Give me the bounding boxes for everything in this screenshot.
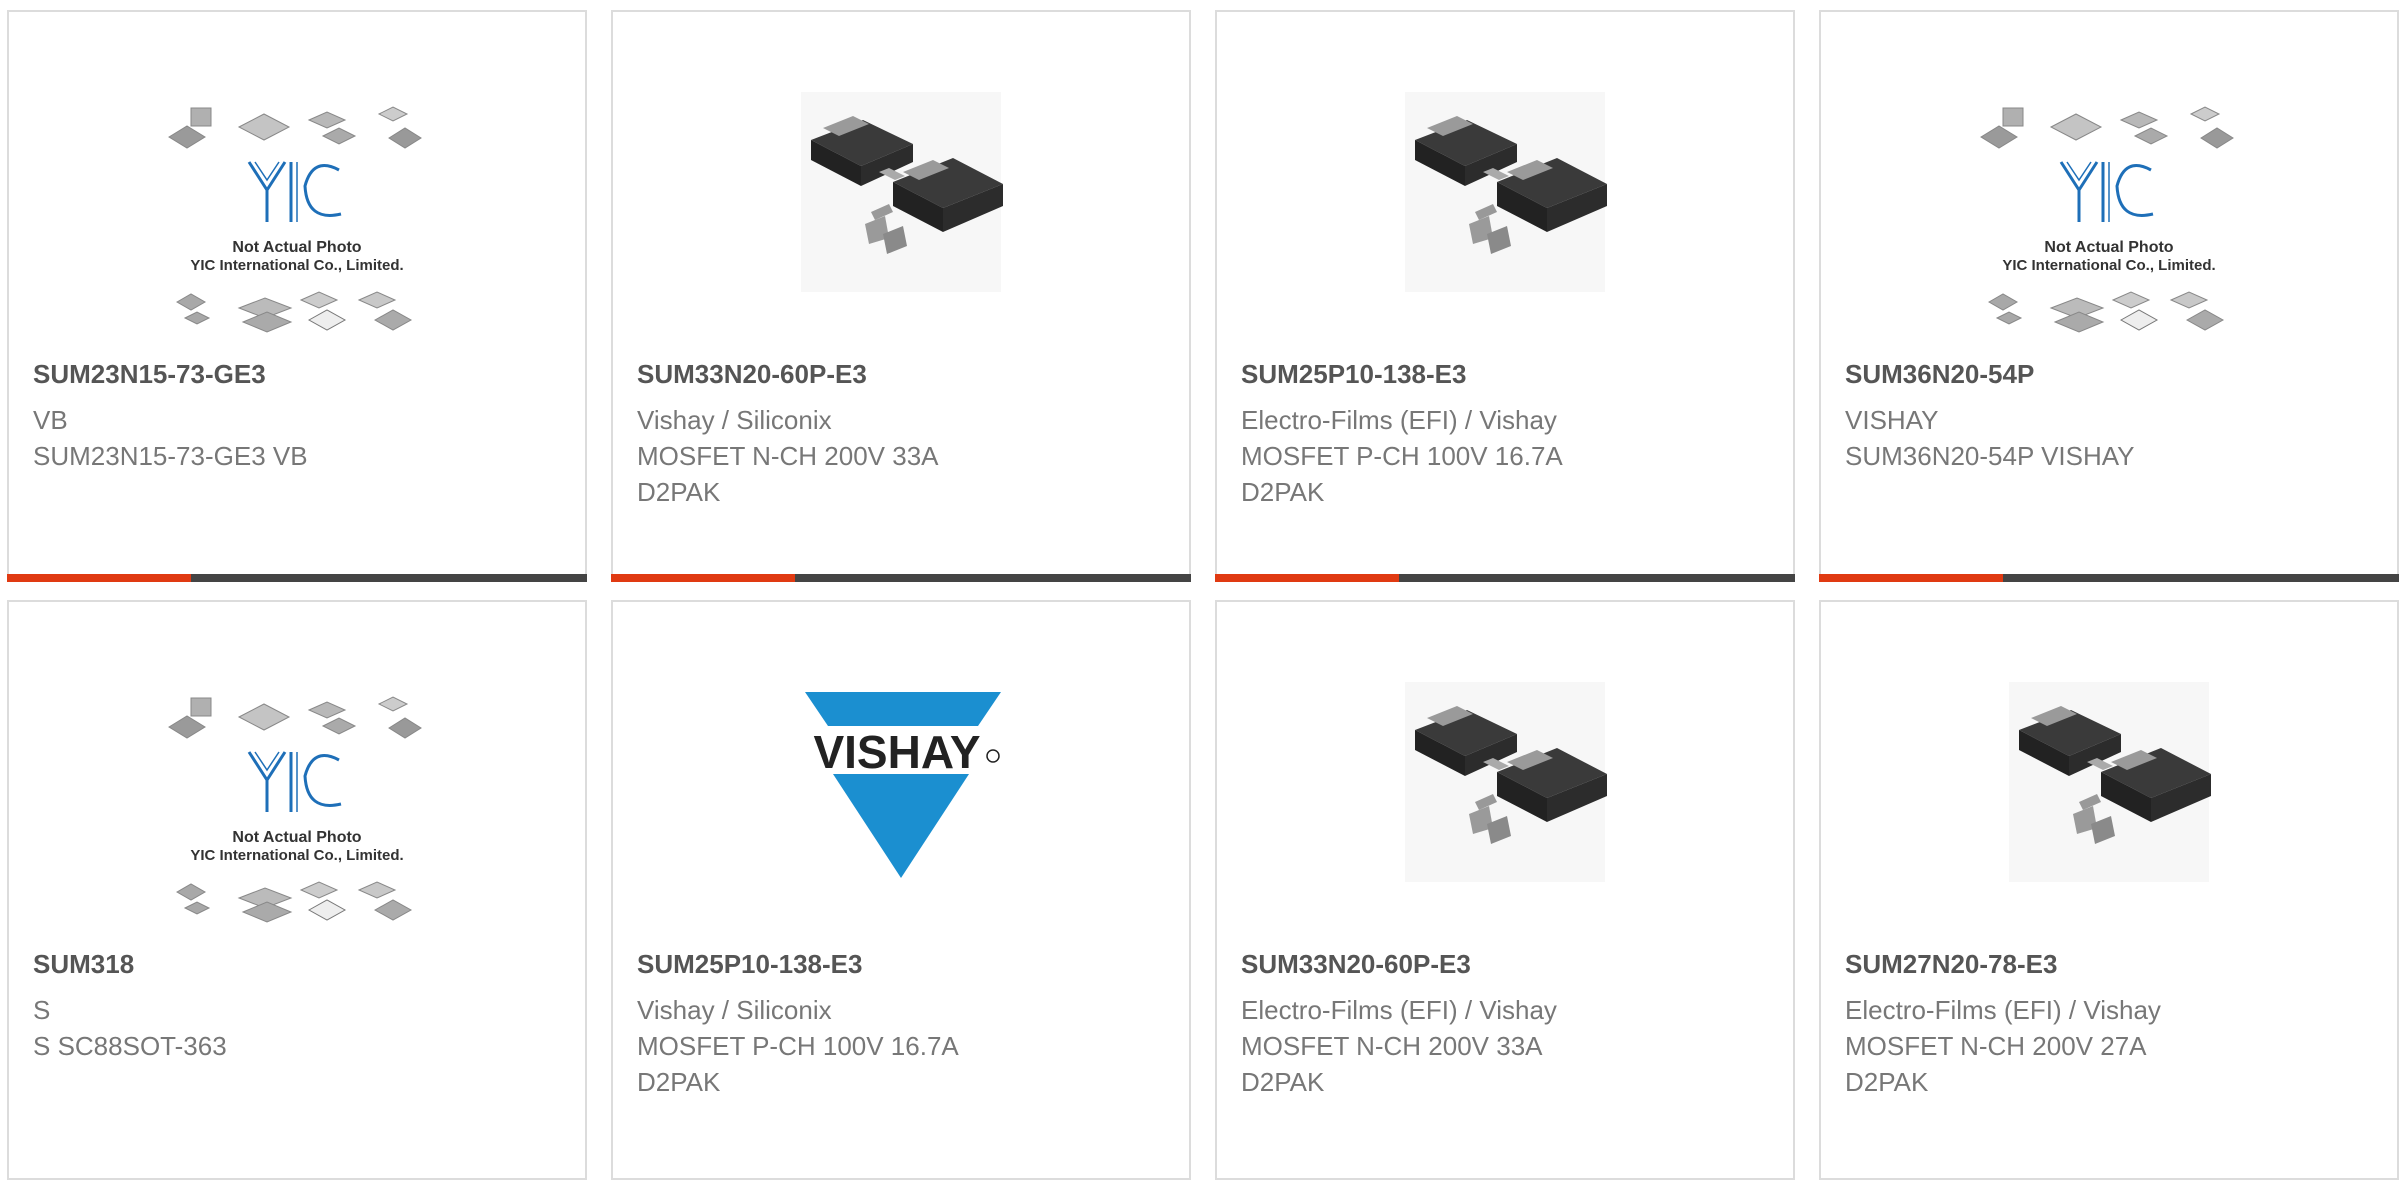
product-description: MOSFET P-CH 100V 16.7A bbox=[637, 1031, 959, 1061]
product-manufacturer: Electro-Films (EFI) / Vishay bbox=[1241, 405, 1557, 435]
product-card[interactable]: SUM25P10-138-E3 Electro-Films (EFI) / Vi… bbox=[1215, 10, 1795, 582]
product-package: D2PAK bbox=[1241, 1067, 1325, 1097]
product-title[interactable]: SUM25P10-138-E3 bbox=[637, 947, 862, 981]
d2pak-package-image[interactable] bbox=[1217, 652, 1793, 952]
product-description: S SC88SOT-363 bbox=[33, 1031, 227, 1061]
not-actual-photo-text: Not Actual Photo bbox=[2044, 239, 2173, 256]
product-title[interactable]: SUM27N20-78-E3 bbox=[1845, 947, 2057, 981]
product-description: MOSFET N-CH 200V 27A bbox=[1845, 1031, 2147, 1061]
d2pak-package-image[interactable] bbox=[613, 62, 1189, 362]
product-card[interactable]: SUM33N20-60P-E3 Vishay / Siliconix MOSFE… bbox=[611, 10, 1191, 582]
product-image-placeholder[interactable]: Not Actual Photo YIC International Co., … bbox=[1821, 62, 2397, 362]
card-footer-bar bbox=[1215, 574, 1795, 582]
product-manufacturer: Electro-Films (EFI) / Vishay bbox=[1241, 995, 1557, 1025]
d2pak-package-image[interactable] bbox=[1821, 652, 2397, 952]
product-title[interactable]: SUM318 bbox=[33, 947, 134, 981]
card-footer-accent bbox=[611, 574, 795, 582]
product-title[interactable]: SUM33N20-60P-E3 bbox=[637, 357, 867, 391]
product-image-placeholder[interactable]: Not Actual Photo YIC International Co., … bbox=[9, 62, 585, 362]
yic-company-text: YIC International Co., Limited. bbox=[2002, 257, 2215, 274]
product-title[interactable]: SUM36N20-54P bbox=[1845, 357, 2034, 391]
product-grid: Not Actual Photo YIC International Co., … bbox=[0, 0, 2400, 1180]
yic-company-text: YIC International Co., Limited. bbox=[190, 257, 403, 274]
product-manufacturer: S bbox=[33, 995, 51, 1025]
yic-company-text: YIC International Co., Limited. bbox=[190, 847, 403, 864]
card-footer-bar bbox=[611, 574, 1191, 582]
product-manufacturer: VISHAY bbox=[1845, 405, 1939, 435]
product-package: D2PAK bbox=[637, 477, 721, 507]
product-manufacturer: VB bbox=[33, 405, 68, 435]
vishay-logo-text: VISHAY bbox=[813, 726, 980, 778]
product-image-placeholder[interactable]: Not Actual Photo YIC International Co., … bbox=[9, 652, 585, 952]
product-package: D2PAK bbox=[1241, 477, 1325, 507]
product-description: MOSFET P-CH 100V 16.7A bbox=[1241, 441, 1563, 471]
product-manufacturer: Electro-Films (EFI) / Vishay bbox=[1845, 995, 2161, 1025]
product-package: D2PAK bbox=[637, 1067, 721, 1097]
card-footer-bar bbox=[1819, 574, 2399, 582]
card-footer-accent bbox=[7, 574, 191, 582]
card-footer-accent bbox=[1819, 574, 2003, 582]
not-actual-photo-text: Not Actual Photo bbox=[232, 829, 361, 846]
product-manufacturer: Vishay / Siliconix bbox=[637, 995, 832, 1025]
card-footer-bar bbox=[7, 574, 587, 582]
product-manufacturer: Vishay / Siliconix bbox=[637, 405, 832, 435]
product-card[interactable]: Not Actual Photo YIC International Co., … bbox=[1819, 10, 2399, 582]
vishay-logo-image[interactable]: VISHAY bbox=[613, 652, 1189, 952]
product-card[interactable]: VISHAY SUM25P10-138-E3 Vishay / Siliconi… bbox=[611, 600, 1191, 1180]
product-title[interactable]: SUM25P10-138-E3 bbox=[1241, 357, 1466, 391]
product-title[interactable]: SUM33N20-60P-E3 bbox=[1241, 947, 1471, 981]
not-actual-photo-text: Not Actual Photo bbox=[232, 239, 361, 256]
product-description: SUM23N15-73-GE3 VB bbox=[33, 441, 308, 471]
card-footer-accent bbox=[1215, 574, 1399, 582]
d2pak-package-image[interactable] bbox=[1217, 62, 1793, 362]
product-title[interactable]: SUM23N15-73-GE3 bbox=[33, 357, 266, 391]
product-card[interactable]: Not Actual Photo YIC International Co., … bbox=[7, 600, 587, 1180]
product-card[interactable]: SUM27N20-78-E3 Electro-Films (EFI) / Vis… bbox=[1819, 600, 2399, 1180]
product-description: MOSFET N-CH 200V 33A bbox=[1241, 1031, 1543, 1061]
product-card[interactable]: SUM33N20-60P-E3 Electro-Films (EFI) / Vi… bbox=[1215, 600, 1795, 1180]
product-package: D2PAK bbox=[1845, 1067, 1929, 1097]
product-card[interactable]: Not Actual Photo YIC International Co., … bbox=[7, 10, 587, 582]
product-description: SUM36N20-54P VISHAY bbox=[1845, 441, 2135, 471]
product-description: MOSFET N-CH 200V 33A bbox=[637, 441, 939, 471]
